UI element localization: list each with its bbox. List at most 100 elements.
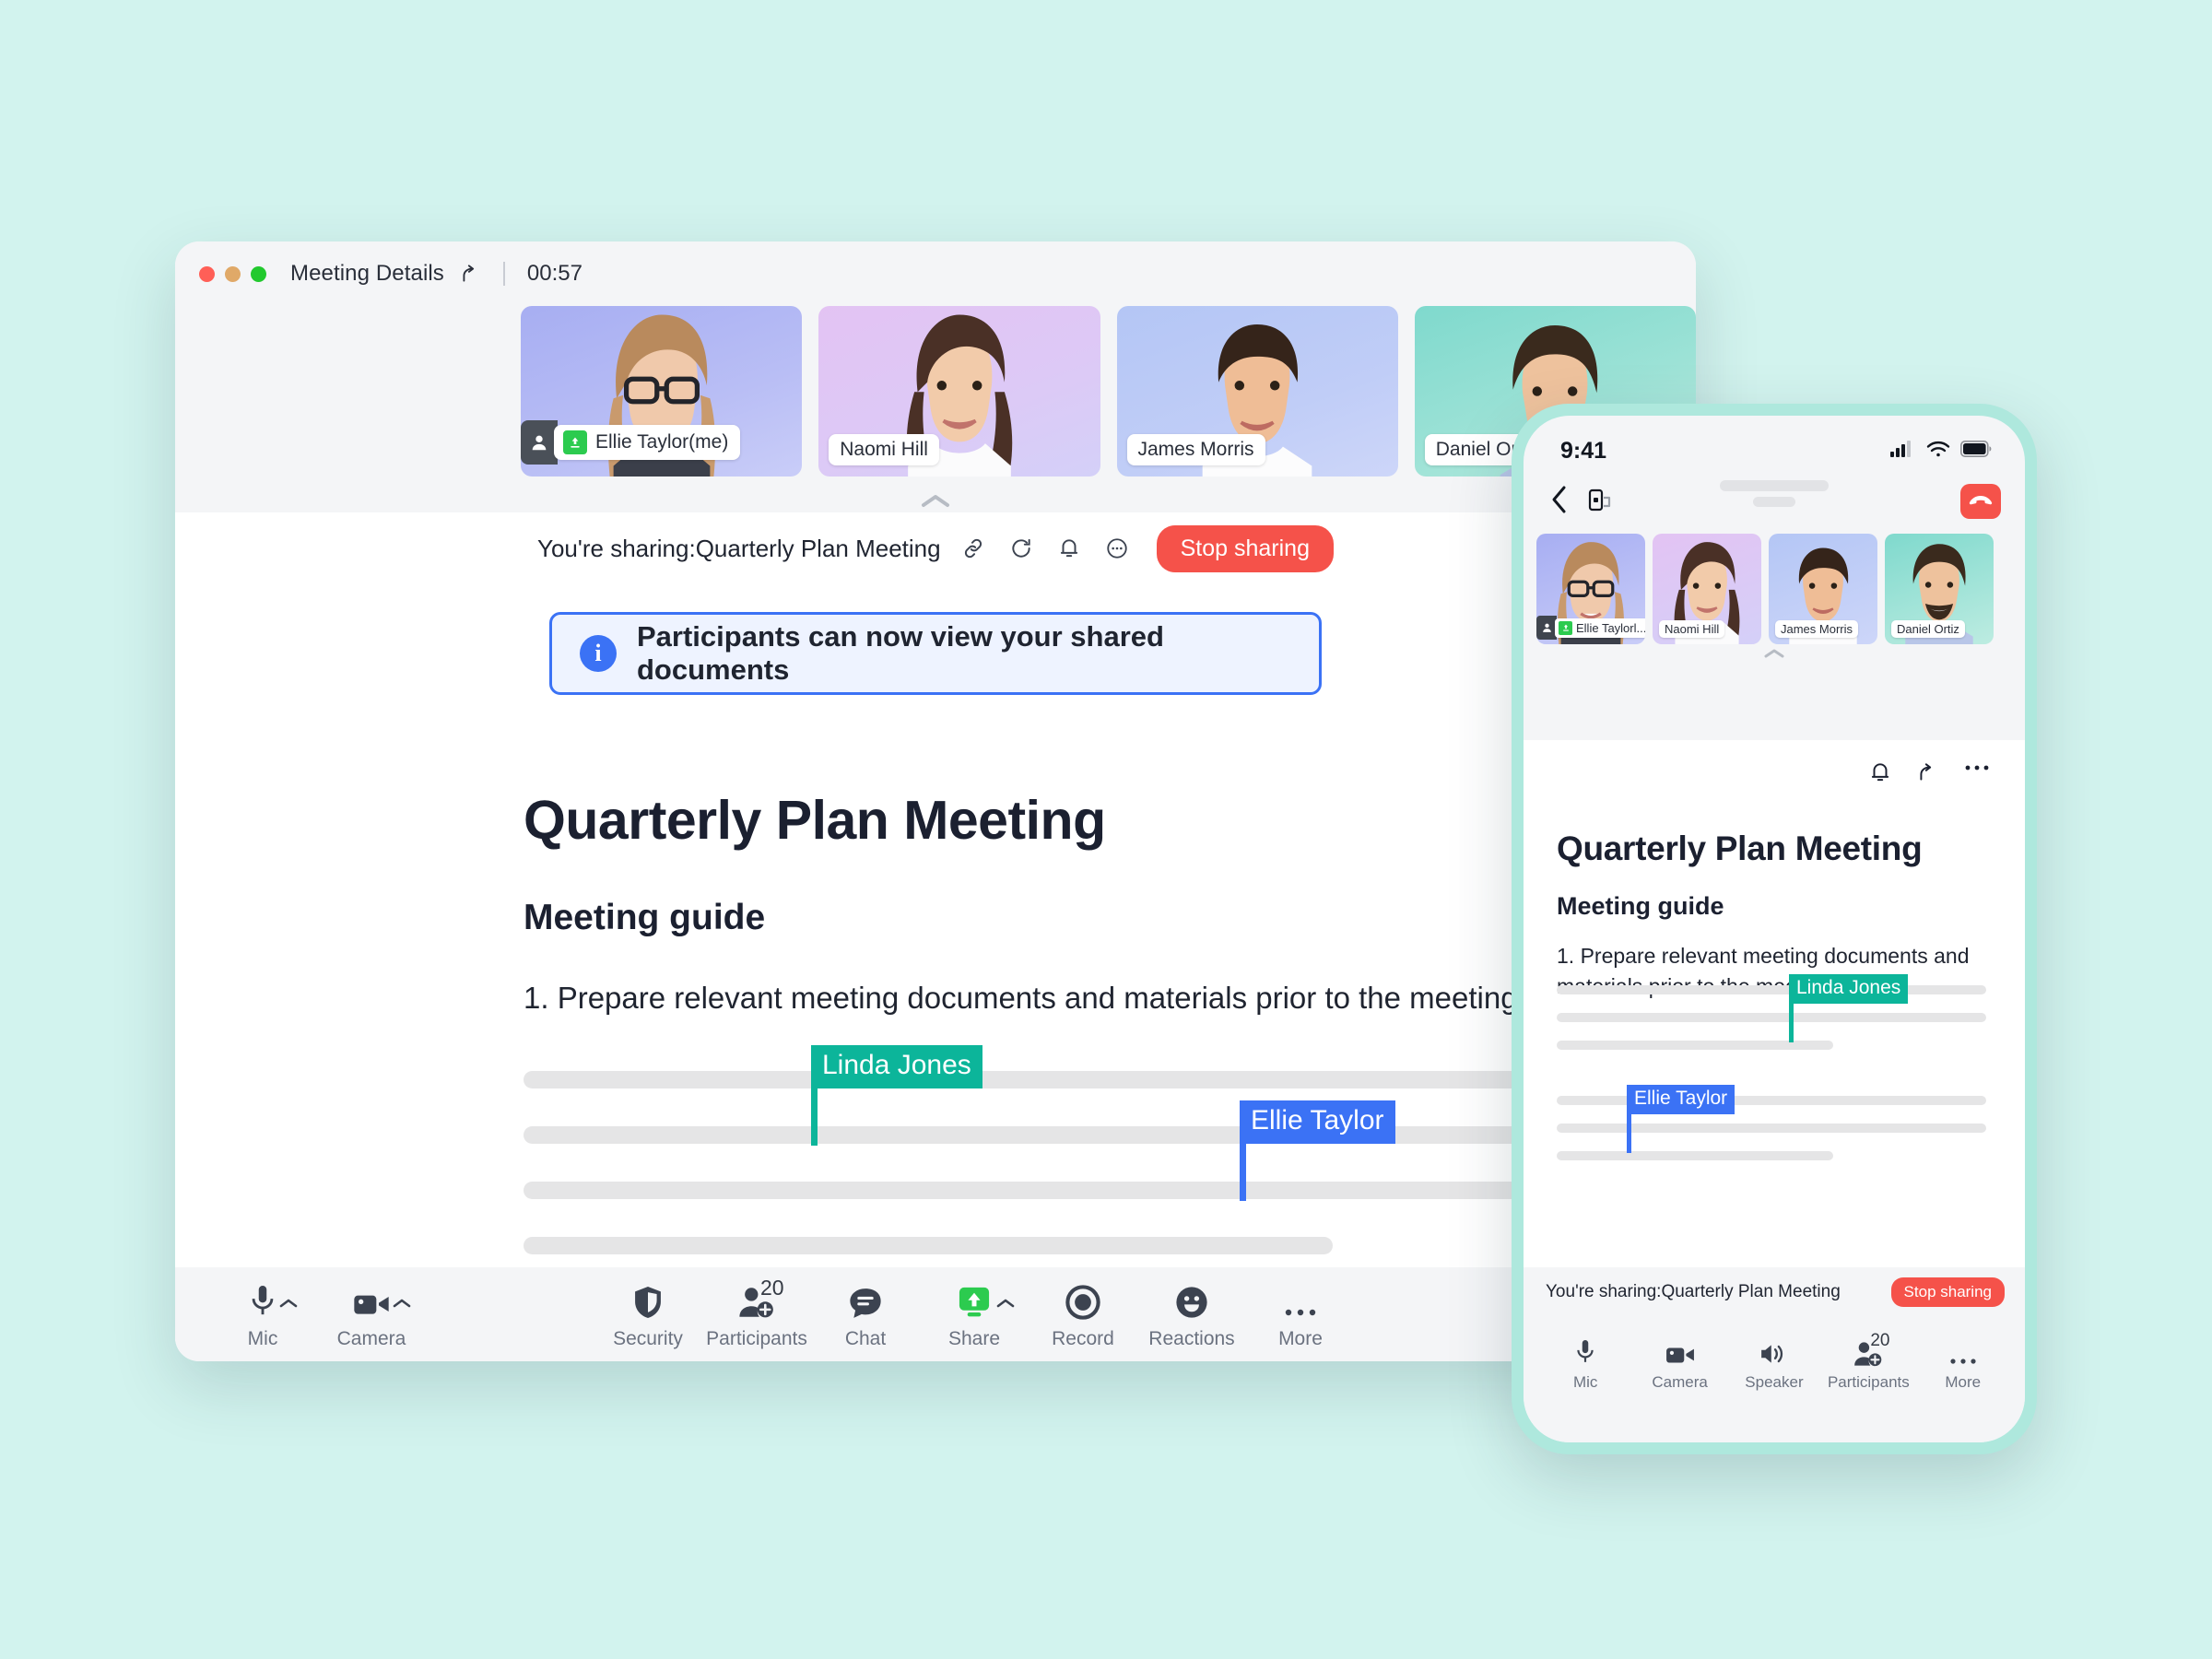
document-skeleton-line — [1557, 1013, 1986, 1022]
mic-icon — [1573, 1334, 1597, 1367]
toolbar-label: Share — [947, 1327, 1001, 1349]
screen-share-icon — [563, 430, 587, 454]
share-options-caret[interactable] — [995, 1297, 1016, 1314]
toolbar-item-camera[interactable]: Camera — [317, 1279, 426, 1350]
participant-tile[interactable]: Ellie Taylorl... — [1536, 534, 1645, 644]
toolbar-label: Participants — [1827, 1373, 1910, 1391]
phone-sharing-status-bar: You're sharing:Quarterly Plan Meeting St… — [1524, 1267, 2025, 1317]
battery-icon — [1960, 440, 1992, 462]
collaborator-cursor-linda-jones: Linda Jones — [811, 1045, 982, 1146]
phone-stop-sharing-button[interactable]: Stop sharing — [1890, 1277, 2005, 1307]
cursor-caret — [1240, 1143, 1246, 1201]
end-call-button[interactable] — [1960, 484, 2001, 519]
phone-toolbar-item-camera[interactable]: Camera — [1638, 1334, 1723, 1392]
person-icon — [1536, 616, 1557, 640]
minimize-window-button[interactable] — [225, 265, 241, 282]
toolbar-item-more[interactable]: More — [1246, 1279, 1355, 1350]
signal-icon — [1890, 440, 1916, 463]
cursor-caret — [1789, 1004, 1794, 1043]
phone-document-area: Quarterly Plan Meeting Meeting guide 1. … — [1524, 740, 2025, 1317]
participant-name: Naomi Hill — [1665, 622, 1720, 636]
cursor-caret — [811, 1088, 818, 1146]
desktop-toolbar: Mic Camera Security 20 Participants Chat… — [175, 1267, 1696, 1361]
camera-options-caret[interactable] — [392, 1297, 412, 1314]
bell-icon[interactable] — [1868, 760, 1892, 789]
chevron-up-icon — [1764, 649, 1784, 658]
toolbar-label: Mic — [1572, 1373, 1598, 1391]
participant-tile[interactable]: Naomi Hill — [818, 306, 1100, 477]
chat-icon — [848, 1279, 883, 1320]
record-icon — [1065, 1279, 1100, 1320]
participant-name-chip: James Morris — [1126, 434, 1265, 465]
phone-toolbar-item-participants[interactable]: 20 Participants — [1826, 1331, 1911, 1392]
toolbar-item-mic[interactable]: Mic — [208, 1279, 317, 1350]
sharing-status-text: You're sharing:Quarterly Plan Meeting — [537, 534, 941, 562]
toolbar-item-security[interactable]: Security — [594, 1279, 702, 1350]
participant-tile[interactable]: James Morris — [1769, 534, 1877, 644]
speaker-icon — [1759, 1334, 1789, 1367]
cast-icon[interactable] — [1586, 486, 1614, 518]
more-icon[interactable] — [1964, 760, 1990, 789]
refresh-icon[interactable] — [1006, 533, 1037, 564]
share-icon[interactable] — [1916, 760, 1940, 789]
toolbar-label: Participants — [706, 1327, 807, 1349]
bell-icon[interactable] — [1053, 533, 1085, 564]
toolbar-item-share[interactable]: Share — [920, 1279, 1029, 1350]
stop-sharing-button[interactable]: Stop sharing — [1156, 524, 1334, 572]
participants-icon: 20 — [738, 1276, 784, 1320]
shared-document-area: i Participants can now view your shared … — [175, 584, 1696, 1359]
phone-document-actions — [1524, 740, 2025, 789]
participants-icon: 20 — [1853, 1331, 1890, 1367]
titlebar-divider — [502, 262, 505, 286]
toolbar-label: Camera — [1652, 1373, 1708, 1391]
phone-nav-bar — [1524, 473, 2025, 530]
share-icon[interactable] — [459, 262, 483, 286]
toolbar-label: Camera — [336, 1327, 406, 1349]
collapse-strip-button[interactable] — [175, 492, 1696, 512]
toolbar-label: Mic — [247, 1327, 278, 1349]
phone-toolbar-item-more[interactable]: More — [1921, 1334, 2006, 1392]
screen-share-icon — [1559, 620, 1572, 635]
toolbar-label: More — [1945, 1373, 1982, 1391]
phone-collapse-strip-button[interactable] — [1524, 644, 2025, 663]
link-icon[interactable] — [958, 533, 989, 564]
toolbar-label: More — [1278, 1327, 1323, 1349]
maximize-window-button[interactable] — [251, 265, 266, 282]
toolbar-item-chat[interactable]: Chat — [811, 1279, 920, 1350]
participant-tile[interactable]: Daniel Ortiz — [1885, 534, 1994, 644]
mic-options-caret[interactable] — [278, 1297, 299, 1314]
toolbar-item-record[interactable]: Record — [1029, 1279, 1137, 1350]
participant-name: Naomi Hill — [840, 439, 928, 460]
window-controls[interactable] — [199, 265, 266, 282]
shield-icon — [632, 1279, 664, 1320]
participant-name: Ellie Taylor(me) — [595, 431, 729, 453]
more-icon[interactable] — [1101, 533, 1133, 564]
participant-tile[interactable]: Naomi Hill — [1653, 534, 1761, 644]
toolbar-label: Security — [613, 1327, 683, 1349]
desktop-titlebar: Meeting Details 00:57 — [175, 241, 1696, 306]
toolbar-item-participants[interactable]: 20 Participants — [702, 1276, 811, 1350]
participant-tile[interactable]: Ellie Taylor(me) — [521, 306, 803, 477]
document-title: Quarterly Plan Meeting — [524, 790, 1106, 851]
handle-bar — [1753, 497, 1795, 507]
phone-toolbar-item-mic[interactable]: Mic — [1543, 1334, 1628, 1392]
info-icon: i — [580, 635, 617, 672]
phone-drag-handles — [1720, 480, 1829, 507]
participant-name: Ellie Taylorl... — [1576, 620, 1645, 635]
more-icon — [1283, 1279, 1318, 1320]
toolbar-item-reactions[interactable]: Reactions — [1137, 1279, 1246, 1350]
participant-tile[interactable]: James Morris — [1116, 306, 1398, 477]
phone-toolbar: Mic Camera Speaker 20 Participants More — [1524, 1317, 2025, 1442]
toolbar-label: Chat — [844, 1327, 887, 1349]
cursor-label: Ellie Taylor — [1240, 1100, 1395, 1144]
back-icon[interactable] — [1549, 484, 1570, 520]
close-window-button[interactable] — [199, 265, 215, 282]
participant-name: James Morris — [1781, 622, 1853, 636]
toolbar-label: Record — [1052, 1327, 1114, 1349]
participant-name-chip: Naomi Hill — [829, 434, 939, 465]
meeting-details-label[interactable]: Meeting Details — [290, 261, 444, 287]
cursor-label: Ellie Taylor — [1627, 1085, 1735, 1115]
phone-toolbar-item-speaker[interactable]: Speaker — [1732, 1334, 1817, 1392]
participants-count-badge: 20 — [1870, 1331, 1890, 1350]
cursor-caret — [1627, 1114, 1631, 1154]
